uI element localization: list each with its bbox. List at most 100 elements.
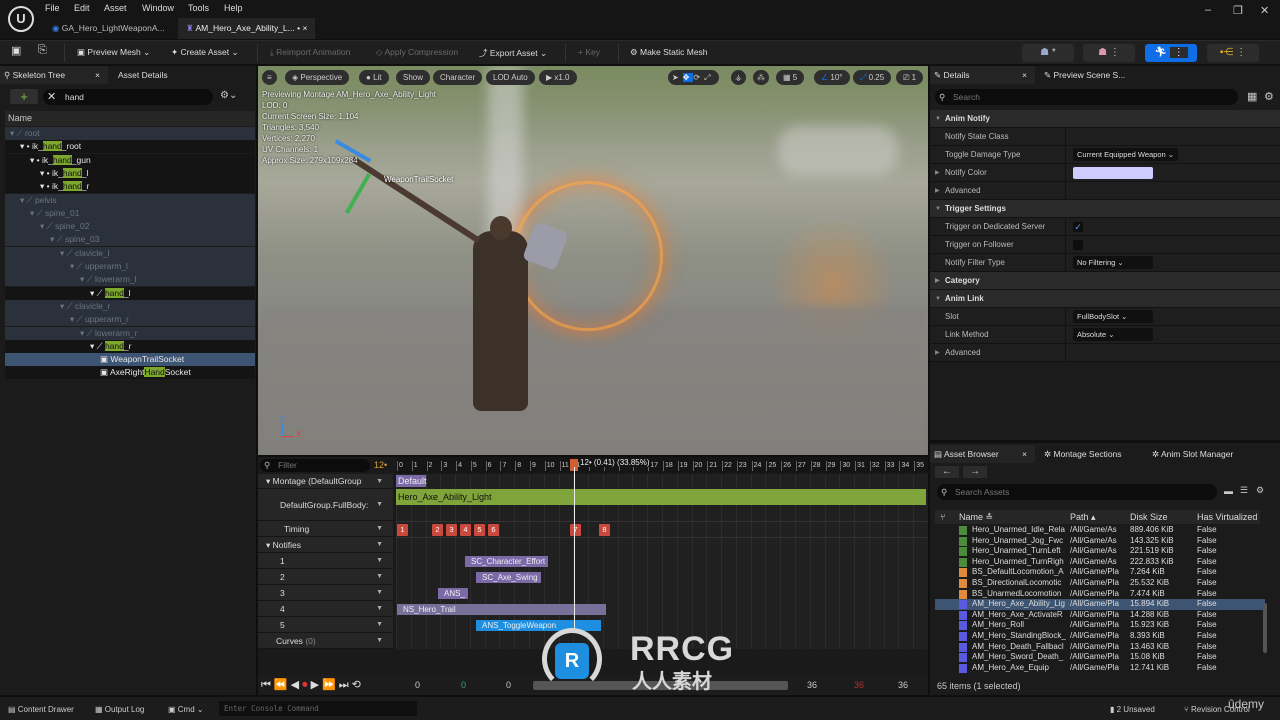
settings-gear-icon[interactable]: ⚙ — [1256, 485, 1264, 496]
notify-track-4[interactable]: 4 ▼ — [258, 601, 393, 617]
table-view-icon[interactable]: ▦ — [1247, 90, 1257, 103]
step-back-icon[interactable]: ⏪ — [274, 679, 291, 691]
clear-search-icon[interactable]: ✕ — [47, 89, 56, 105]
angle-snap-button[interactable]: ∠ 10° — [814, 70, 850, 85]
folder-icon[interactable]: ▬ — [1224, 486, 1233, 496]
reimport-animation-button[interactable]: ⤓ Reimport Animation — [270, 47, 350, 58]
asset-search-input[interactable]: ⚲ Search Assets — [937, 484, 1217, 500]
asset-list-scrollbar[interactable] — [1263, 603, 1267, 653]
cmd-button[interactable]: ▣ Cmd ⌄ — [168, 705, 204, 714]
tab-skeleton-tree[interactable]: ⚲ Skeleton Tree × — [0, 66, 108, 84]
perspective-button[interactable]: ◈ Perspective — [285, 70, 350, 85]
menu-tools[interactable]: Tools — [188, 3, 209, 13]
character-button[interactable]: Character — [433, 70, 483, 85]
menu-file[interactable]: File — [45, 3, 60, 13]
tree-item[interactable]: ▾ ⟋ spine_02 — [5, 220, 255, 234]
timing-marker-8[interactable]: 8 — [599, 524, 610, 536]
tree-item[interactable]: ▾ • ik_hand_gun — [5, 153, 255, 167]
unsaved-button[interactable]: ▮ 2 Unsaved — [1110, 705, 1155, 714]
expand-arrow-icon[interactable]: ▶ — [935, 182, 940, 200]
checkbox-checked[interactable]: ✓ — [1073, 222, 1083, 232]
tree-item[interactable]: ▾ ⟋ upperarm_l — [5, 260, 255, 273]
menu-window[interactable]: Window — [142, 3, 174, 13]
column-header-name[interactable]: Name — [5, 111, 255, 126]
tree-item[interactable]: ▣ WeaponTrailSocket — [5, 353, 255, 367]
timing-row[interactable]: Timing ▼ — [258, 521, 393, 537]
notifies-row[interactable]: ▾ Notifies ▼ — [258, 537, 393, 553]
add-button[interactable]: + — [10, 89, 38, 104]
viewport-menu-button[interactable]: ≡ — [262, 70, 277, 85]
view-start[interactable]: 0 — [506, 680, 511, 690]
blueprint-mode-button[interactable]: ▪⋲ ⋮ — [1207, 44, 1259, 62]
output-log-button[interactable]: ▦ Output Log — [95, 705, 144, 714]
details-search-input[interactable]: ⚲ Search — [935, 89, 1238, 105]
play-end[interactable]: 36 — [854, 680, 864, 690]
view-end[interactable]: 36 — [807, 680, 817, 690]
asset-row[interactable]: AM_Hero_Axe_Ability_Lig/All/Game/Pla 15.8… — [935, 599, 1265, 610]
restore-button[interactable]: ❐ — [1233, 4, 1243, 17]
asset-row[interactable]: Hero_Unarmed_Jog_Fwc/All/Game/As 143.325 … — [935, 536, 1265, 547]
skip-end-icon[interactable]: ⏭ — [339, 679, 352, 691]
tree-item[interactable]: ▾ ⟋ upperarm_r — [5, 313, 255, 327]
close-tab-icon[interactable]: × — [302, 23, 307, 33]
rotate-icon[interactable]: ⟳ — [693, 73, 704, 82]
tree-item[interactable]: ▾ • ik_hand_r — [5, 180, 255, 194]
tree-item[interactable]: ▾ ⟋ lowerarm_l — [5, 273, 255, 287]
tab-anim-slot-manager[interactable]: ✲ Anim Slot Manager — [1148, 445, 1233, 463]
select-icon[interactable]: ➤ — [672, 73, 683, 82]
make-static-mesh-button[interactable]: ⚙ Make Static Mesh — [630, 47, 708, 58]
asset-row[interactable]: BS_DirectionalLocomotic/All/Game/Pla 25.5… — [935, 578, 1265, 589]
column-has-virtualized[interactable]: Has Virtualized D — [1197, 510, 1260, 524]
content-drawer-button[interactable]: ▤ Content Drawer — [8, 705, 74, 714]
tab-asset-details[interactable]: Asset Details — [114, 66, 168, 84]
asset-row[interactable]: AM_Hero_StandingBlock_ /All/Game/Pla 8.393… — [935, 631, 1265, 642]
doc-tab-am-hero[interactable]: ♜ AM_Hero_Axe_Ability_L... • × — [178, 18, 316, 39]
mesh-mode-button[interactable]: ☗ ⋮ — [1083, 44, 1135, 62]
property-advanced[interactable]: ▶ Advanced — [930, 344, 1280, 362]
skeleton-search-input[interactable]: ✕ hand — [43, 89, 213, 105]
play-reverse-icon[interactable]: ◀ — [291, 679, 302, 691]
show-button[interactable]: Show — [396, 70, 431, 85]
property-anim-link[interactable]: ▼ Anim Link — [930, 290, 1280, 308]
save-icon[interactable]: ▣ — [11, 44, 21, 57]
notify-sc-character-effort[interactable]: SC_Character_Effort — [465, 556, 548, 567]
property-trigger-on-follower[interactable]: Trigger on Follower — [930, 236, 1280, 254]
expand-arrow-icon[interactable]: ▶ — [935, 344, 940, 362]
timing-marker-2[interactable]: 2 — [432, 524, 443, 536]
tree-item[interactable]: ▾ ⟋ clavicle_r — [5, 299, 255, 313]
property-category[interactable]: ▶ Category — [930, 272, 1280, 290]
property-slot[interactable]: Slot FullBodySlot ⌄ — [930, 308, 1280, 326]
timing-marker-6[interactable]: 6 — [488, 524, 499, 536]
asset-row[interactable]: Hero_Unarmed_TurnRigh/All/Game/As 222.833… — [935, 557, 1265, 568]
asset-row[interactable]: AM_Hero_Axe_Equip/All/Game/Pla 12.741 KiB… — [935, 663, 1265, 674]
timing-marker-7[interactable]: 7 — [570, 524, 581, 536]
timing-marker-1[interactable]: 1 — [397, 524, 408, 536]
timing-marker-5[interactable]: 5 — [474, 524, 485, 536]
tree-item[interactable]: ▾ ⟋ hand_r — [5, 339, 255, 353]
section-default[interactable]: Default — [396, 475, 427, 487]
back-button[interactable]: ← — [935, 466, 959, 478]
gizmo-y-arrow[interactable] — [345, 173, 371, 214]
tree-item[interactable]: ▾ ⟋ lowerarm_r — [5, 326, 255, 340]
collapse-arrow-icon[interactable]: ▼ — [935, 290, 941, 308]
expand-arrow-icon[interactable]: ▶ — [935, 164, 940, 182]
playback-speed-button[interactable]: ▶ x1.0 — [539, 70, 577, 85]
asset-row[interactable]: AM_Hero_Death_Fallbacl/All/Game/Pla 13.46… — [935, 642, 1265, 653]
color-swatch[interactable] — [1073, 167, 1153, 179]
close-tab-icon[interactable]: × — [1022, 66, 1027, 84]
unreal-logo-icon[interactable]: U — [8, 6, 34, 32]
asset-row[interactable]: BS_DefaultLocomotion_A/All/Game/Pla 7.264… — [935, 567, 1265, 578]
notify-track-3[interactable]: 3 ▼ — [258, 585, 393, 601]
camera-speed-button[interactable]: ⎚ 1 — [896, 70, 924, 85]
collapse-arrow-icon[interactable]: ▼ — [935, 200, 941, 218]
close-window-button[interactable]: ✕ — [1260, 4, 1269, 17]
play-icon[interactable]: ▶ — [311, 679, 322, 691]
notify-track-5[interactable]: 5 ▼ — [258, 617, 393, 633]
property-toggle-damage-type[interactable]: Toggle Damage Type Current Equipped Weapo… — [930, 146, 1280, 164]
asset-row[interactable]: BS_UnarmedLocomotion/All/Game/Pla 7.474 K… — [935, 589, 1265, 600]
transport-controls[interactable]: ⏮⏪◀⏺▶⏩⏭⟲ — [261, 678, 364, 692]
tree-item[interactable]: ▣ AxeRightHandSocket — [5, 366, 255, 380]
montage-segment[interactable]: Hero_Axe_Ability_Light — [396, 489, 926, 505]
tab-asset-browser[interactable]: ▤ Asset Browser × — [930, 445, 1035, 463]
notify-ans[interactable]: ANS_ — [438, 588, 468, 599]
